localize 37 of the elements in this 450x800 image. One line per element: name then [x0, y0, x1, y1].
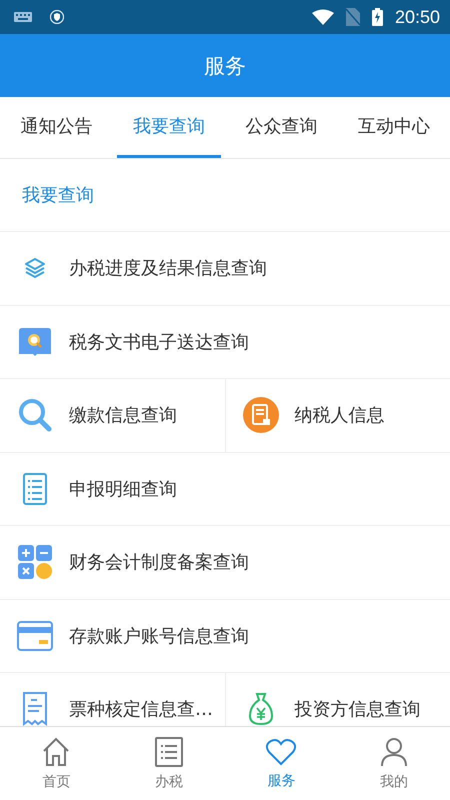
receipt-icon [23, 692, 47, 726]
list-item[interactable]: 存款账户账号信息查询 [0, 600, 450, 672]
status-time: 20:50 [394, 6, 440, 28]
layers-icon [23, 256, 47, 280]
shield-icon [50, 10, 64, 24]
money-bag-icon [248, 692, 274, 726]
nav-tab[interactable]: 服务 [225, 727, 338, 800]
keyboard-icon [14, 12, 32, 22]
list-item[interactable]: 纳税人信息 [224, 379, 450, 452]
battery-charging-icon [372, 8, 383, 26]
heart-icon [266, 738, 296, 766]
tab[interactable]: 通知公告 [4, 97, 108, 158]
nav-tab[interactable]: 首页 [0, 727, 112, 800]
tab[interactable]: 互动中心 [342, 97, 446, 158]
calculator-icon [18, 545, 52, 580]
list-icon [154, 736, 183, 766]
tab[interactable]: 公众查询 [229, 97, 334, 158]
no-sim-icon [346, 8, 360, 26]
tab[interactable]: 我要查询 [116, 97, 221, 158]
list-document-icon [23, 472, 47, 505]
list-item[interactable]: 税务文书电子送达查询 [0, 306, 450, 378]
document-badge-icon [242, 397, 278, 434]
header-title: 服务 [204, 52, 246, 80]
list-item[interactable]: 办税进度及结果信息查询 [0, 232, 450, 304]
search-icon [18, 398, 52, 432]
list-item[interactable]: 财务会计制度备案查询 [0, 526, 450, 598]
nav-tab[interactable]: 办税 [112, 727, 225, 800]
person-icon [380, 736, 408, 766]
nav-tab[interactable]: 我的 [338, 727, 450, 800]
list-item[interactable]: 缴款信息查询 [0, 379, 224, 452]
book-search-icon [18, 326, 52, 357]
wifi-icon [312, 9, 334, 25]
list-item[interactable]: 申报明细查询 [0, 452, 450, 525]
section-title: 我要查询 [22, 184, 94, 207]
home-icon [42, 736, 70, 766]
card-icon [17, 620, 53, 651]
list-item[interactable]: 票种核定信息查… [0, 673, 224, 726]
